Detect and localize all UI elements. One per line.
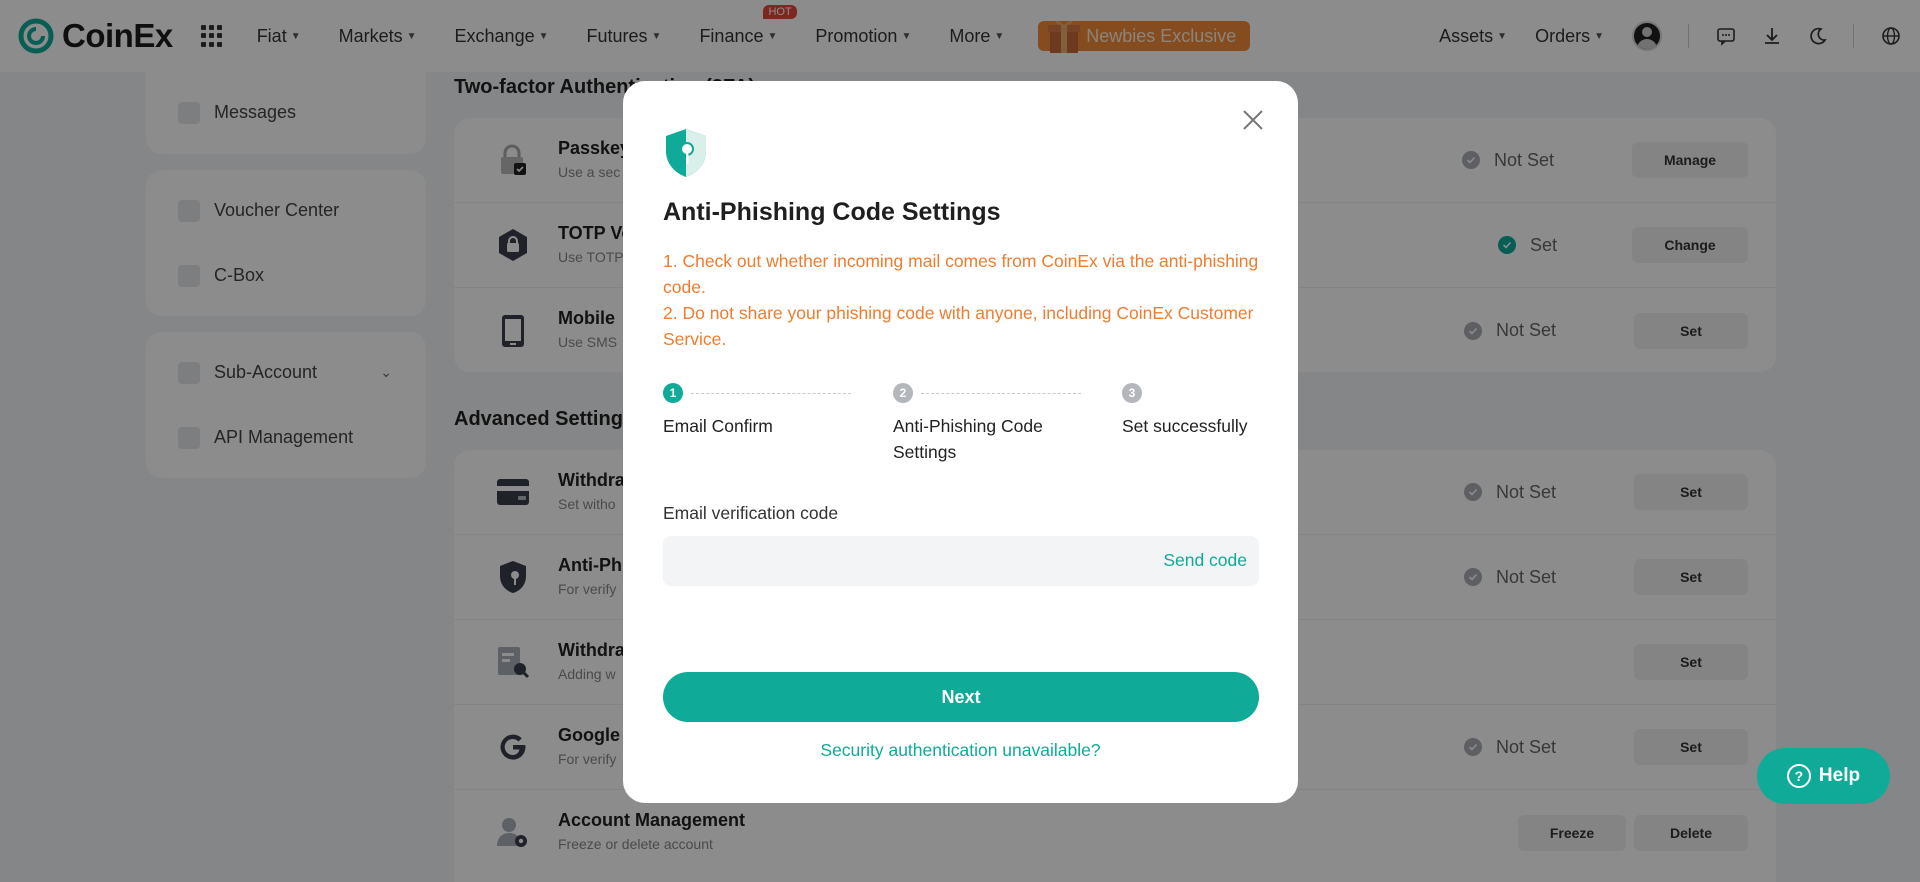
email-code-input[interactable] <box>663 536 1123 586</box>
step-number: 1 <box>663 383 683 403</box>
note-2: 2. Do not share your phishing code with … <box>663 303 1254 349</box>
next-button[interactable]: Next <box>663 672 1259 722</box>
step-label: Set successfully <box>1122 416 1248 436</box>
email-code-label: Email verification code <box>663 503 839 523</box>
close-icon[interactable] <box>1240 107 1266 133</box>
email-code-field: Send code <box>663 536 1259 586</box>
anti-phishing-modal: Anti-Phishing Code Settings 1. Check out… <box>623 81 1298 803</box>
modal-title: Anti-Phishing Code Settings <box>663 198 1001 226</box>
step-number: 2 <box>893 383 913 403</box>
step-label: Email Confirm <box>663 416 773 436</box>
send-code-link[interactable]: Send code <box>1163 550 1247 571</box>
modal-notes: 1. Check out whether incoming mail comes… <box>663 248 1263 352</box>
step-label: Anti-Phishing Code Settings <box>893 416 1043 462</box>
step-set-successfully: 3 Set successfully <box>1122 383 1267 439</box>
stepper: 1 Email Confirm 2 Anti-Phishing Code Set… <box>663 383 1263 463</box>
help-label: Help <box>1818 765 1861 786</box>
security-unavailable-link[interactable]: Security authentication unavailable? <box>623 740 1298 761</box>
help-button[interactable]: ? Help <box>1757 748 1890 804</box>
question-icon: ? <box>1786 764 1811 788</box>
step-email-confirm: 1 Email Confirm <box>663 383 863 439</box>
note-1: 1. Check out whether incoming mail comes… <box>663 251 1259 297</box>
anti-phishing-shield-icon <box>666 129 706 177</box>
step-code-settings: 2 Anti-Phishing Code Settings <box>893 383 1073 465</box>
step-number: 3 <box>1122 383 1142 403</box>
